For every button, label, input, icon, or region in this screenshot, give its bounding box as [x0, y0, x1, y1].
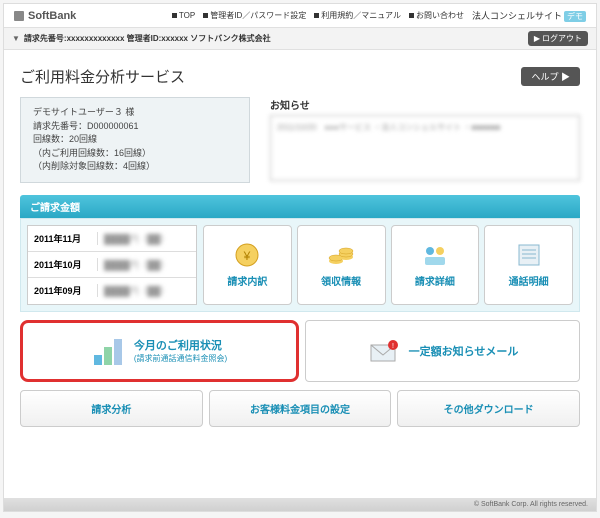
button-billing-analysis[interactable]: 請求分析	[20, 390, 203, 427]
card-fixed-amount-mail[interactable]: ! 一定額お知らせメール	[305, 320, 580, 382]
mail-alert-icon: !	[367, 335, 401, 367]
sub-bar: ▼ 請求先番号:xxxxxxxxxxxxx 管理者ID:xxxxxx ソフトバン…	[4, 28, 596, 50]
user-info-box: デモサイトユーザー３ 様請求先番号：D000000061回線数：20回線（内ご利…	[20, 97, 250, 183]
nav-contact[interactable]: お問い合わせ	[409, 10, 464, 21]
notice-heading: お知らせ	[270, 97, 580, 112]
help-button[interactable]: ヘルプ ▶	[521, 67, 580, 86]
demo-badge: デモ	[564, 11, 586, 22]
nav-admin-id[interactable]: 管理者ID／パスワード設定	[203, 10, 306, 21]
top-nav: TOP 管理者ID／パスワード設定 利用規約／マニュアル お問い合わせ	[172, 10, 464, 21]
button-other-downloads[interactable]: その他ダウンロード	[397, 390, 580, 427]
brand-logo: SoftBank	[14, 10, 76, 22]
bar-chart-icon	[92, 335, 126, 367]
table-row[interactable]: 2011年09月████円（██）	[28, 278, 196, 304]
billing-row: 2011年11月████円（██） 2011年10月████円（██） 2011…	[20, 218, 580, 312]
table-row[interactable]: 2011年11月████円（██）	[28, 226, 196, 252]
svg-text:¥: ¥	[243, 249, 251, 263]
billing-section-header: ご請求金額	[20, 195, 580, 218]
document-icon	[514, 241, 544, 269]
people-icon	[420, 241, 450, 269]
card-invoice-breakdown[interactable]: ¥請求内訳	[203, 225, 292, 305]
svg-text:!: !	[392, 343, 394, 350]
page-title: ご利用料金分析サービス	[20, 66, 185, 87]
button-customer-fee-settings[interactable]: お客様料金項目の設定	[209, 390, 392, 427]
logout-button[interactable]: ▶ ログアウト	[528, 31, 588, 46]
card-call-detail[interactable]: 通話明細	[484, 225, 573, 305]
table-row[interactable]: 2011年10月████円（██）	[28, 252, 196, 278]
footer-copyright: © SoftBank Corp. All rights reserved.	[4, 498, 596, 511]
notice-box: 2011/10/20 ●●●サービス ・法人コンシェルサイト ・■■■■■■	[270, 115, 580, 181]
nav-top[interactable]: TOP	[172, 10, 195, 21]
corp-site-label: 法人コンシェルサイトデモ	[472, 9, 586, 22]
billing-table: 2011年11月████円（██） 2011年10月████円（██） 2011…	[27, 225, 197, 305]
dropdown-icon[interactable]: ▼	[12, 34, 20, 43]
account-info: 請求先番号:xxxxxxxxxxxxx 管理者ID:xxxxxx ソフトバンク株…	[24, 33, 271, 44]
notice-area: お知らせ 2011/10/20 ●●●サービス ・法人コンシェルサイト ・■■■…	[270, 97, 580, 183]
top-bar: SoftBank TOP 管理者ID／パスワード設定 利用規約／マニュアル お問…	[4, 4, 596, 28]
coin-icon: ¥	[232, 241, 262, 269]
card-invoice-detail[interactable]: 請求詳細	[391, 225, 480, 305]
logo-icon	[14, 11, 24, 21]
coins-stack-icon	[326, 241, 356, 269]
card-monthly-usage[interactable]: 今月のご利用状況(請求前通話通信料金照会)	[20, 320, 299, 382]
nav-terms[interactable]: 利用規約／マニュアル	[314, 10, 401, 21]
card-receipt-info[interactable]: 領収情報	[297, 225, 386, 305]
